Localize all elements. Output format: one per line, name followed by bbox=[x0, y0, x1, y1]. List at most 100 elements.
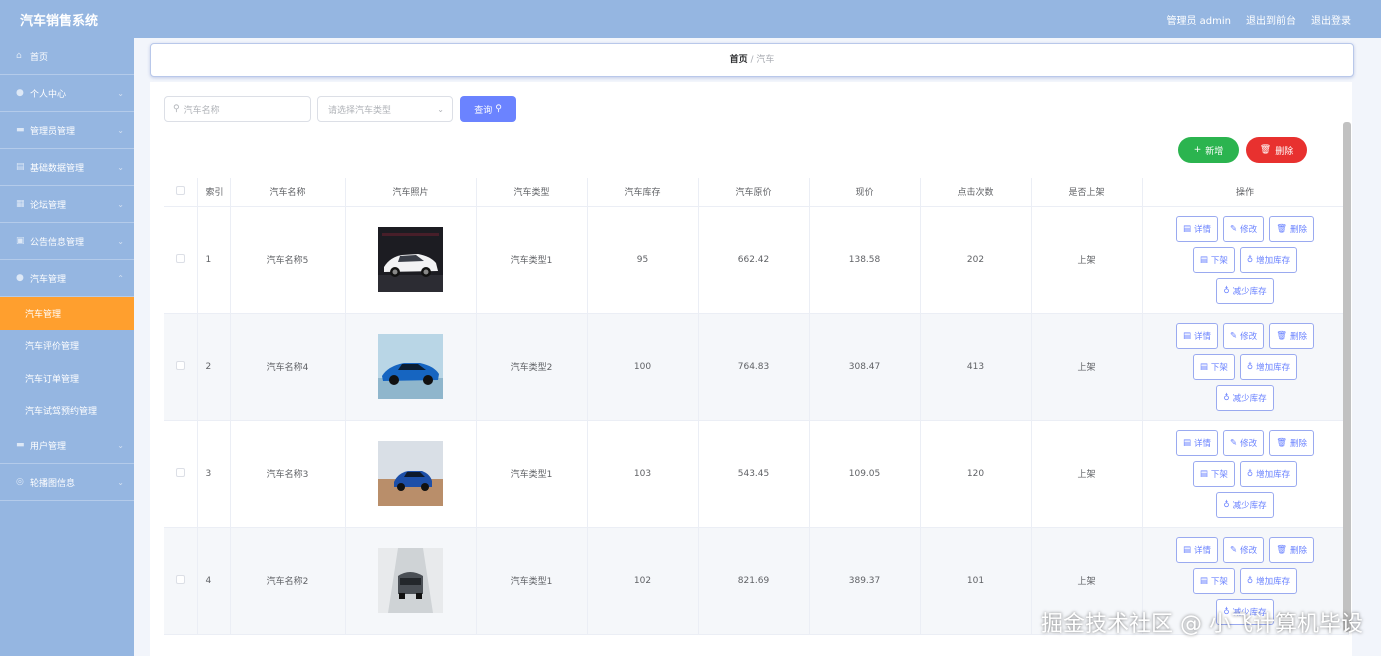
column-header: 现价 bbox=[809, 178, 921, 207]
chevron-down-icon: ⌄ bbox=[117, 199, 124, 209]
offshelf-button[interactable]: ▤ 下架 bbox=[1192, 460, 1235, 487]
cell-original-price: 821.69 bbox=[698, 527, 810, 635]
document-icon: ▤ bbox=[1199, 575, 1208, 586]
edit-label: 修改 bbox=[1240, 438, 1258, 449]
add-button[interactable]: + 新增 bbox=[1178, 137, 1239, 163]
car-photo-white-sedan[interactable] bbox=[378, 227, 443, 292]
breadcrumb-current: 汽车 bbox=[756, 55, 775, 65]
sidebar-item-admins[interactable]: ▬ 管理员管理 ⌄ bbox=[0, 112, 134, 149]
trash-icon: 🗑 bbox=[1276, 330, 1287, 341]
select-all-checkbox[interactable] bbox=[164, 178, 198, 207]
sidebar-subitem-test-drive[interactable]: 汽车试驾预约管理 bbox=[0, 395, 134, 428]
car-photo-blue-suv-desert[interactable] bbox=[378, 441, 443, 506]
edit-label: 修改 bbox=[1240, 545, 1258, 556]
cell-index: 1 bbox=[197, 206, 231, 314]
car-type-select[interactable]: 请选择汽车类型 ⌄ bbox=[317, 96, 453, 122]
edit-label: 修改 bbox=[1240, 224, 1258, 235]
logout-link[interactable]: 退出登录 bbox=[1311, 12, 1351, 27]
cell-actions: ▤ 详情 ✎ 修改 🗑 删除 ▤ 下架 ♁ 增加库存 ♁ 减少库存 bbox=[1142, 313, 1349, 421]
offshelf-button[interactable]: ▤ 下架 bbox=[1192, 246, 1235, 273]
detail-button[interactable]: ▤ 详情 bbox=[1176, 215, 1219, 242]
cell-type: 汽车类型1 bbox=[476, 206, 588, 314]
back-to-front-link[interactable]: 退出到前台 bbox=[1246, 12, 1296, 27]
offshelf-label: 下架 bbox=[1210, 469, 1228, 480]
bell-icon: ♁ bbox=[1223, 285, 1230, 296]
chevron-down-icon: ⌄ bbox=[117, 88, 124, 98]
app-title: 汽车销售系统 bbox=[20, 14, 99, 29]
chevron-down-icon: ⌄ bbox=[437, 104, 444, 114]
edit-button[interactable]: ✎ 修改 bbox=[1223, 429, 1265, 456]
cell-photo bbox=[345, 206, 477, 314]
edit-button[interactable]: ✎ 修改 bbox=[1223, 322, 1265, 349]
car-name-search-input[interactable]: ⚲ 汽车名称 bbox=[164, 96, 311, 122]
sidebar-item-cars[interactable]: ● 汽车管理 ⌃ bbox=[0, 260, 134, 297]
breadcrumb-separator: / bbox=[750, 55, 754, 65]
breadcrumb: 首页 / 汽车 bbox=[150, 43, 1354, 77]
row-checkbox[interactable] bbox=[164, 313, 198, 421]
car-photo-blue-sports-car[interactable] bbox=[378, 334, 443, 399]
sidebar-item-home[interactable]: ⌂ 首页 bbox=[0, 38, 134, 75]
delete-button[interactable]: 🗑 删除 bbox=[1269, 322, 1314, 349]
sidebar-item-label: 用户管理 bbox=[30, 441, 67, 452]
offshelf-label: 下架 bbox=[1210, 362, 1228, 373]
detail-button[interactable]: ▤ 详情 bbox=[1176, 429, 1219, 456]
sidebar-subitem-car-manage[interactable]: 汽车管理 bbox=[0, 297, 134, 330]
delete-button[interactable]: 🗑 删除 bbox=[1269, 429, 1314, 456]
detail-button[interactable]: ▤ 详情 bbox=[1176, 322, 1219, 349]
cell-original-price: 764.83 bbox=[698, 313, 810, 421]
cell-original-price: 543.45 bbox=[698, 420, 810, 528]
sidebar-item-profile[interactable]: ● 个人中心 ⌄ bbox=[0, 75, 134, 112]
sidebar-item-carousel[interactable]: ◎ 轮播图信息 ⌄ bbox=[0, 464, 134, 501]
add-stock-button[interactable]: ♁ 增加库存 bbox=[1239, 460, 1298, 487]
reduce-stock-button[interactable]: ♁ 减少库存 bbox=[1216, 491, 1274, 518]
cell-photo bbox=[345, 313, 477, 421]
sidebar-item-label: 公告信息管理 bbox=[30, 237, 85, 248]
watermark: 掘金技术社区 @ 小飞计算机毕设 bbox=[1041, 612, 1363, 637]
sidebar-item-users[interactable]: ▬ 用户管理 ⌄ bbox=[0, 427, 134, 464]
cell-index: 3 bbox=[197, 420, 231, 528]
column-header: 汽车类型 bbox=[476, 178, 588, 207]
add-stock-button[interactable]: ♁ 增加库存 bbox=[1239, 246, 1298, 273]
cell-clicks: 202 bbox=[920, 206, 1032, 314]
batch-delete-button[interactable]: 🗑 删除 bbox=[1246, 137, 1307, 163]
reduce-stock-button[interactable]: ♁ 减少库存 bbox=[1216, 277, 1274, 304]
cell-index: 4 bbox=[197, 527, 231, 635]
sidebar-subitem-car-order[interactable]: 汽车订单管理 bbox=[0, 362, 134, 395]
delete-button[interactable]: 🗑 删除 bbox=[1269, 536, 1314, 563]
sidebar-item-basic-data[interactable]: ▤ 基础数据管理 ⌄ bbox=[0, 149, 134, 186]
detail-button[interactable]: ▤ 详情 bbox=[1176, 536, 1219, 563]
reduce-stock-button[interactable]: ♁ 减少库存 bbox=[1216, 384, 1274, 411]
car-photo-gray-suv-studio[interactable] bbox=[378, 548, 443, 613]
add-stock-label: 增加库存 bbox=[1256, 255, 1291, 266]
main-panel: ⚲ 汽车名称 请选择汽车类型 ⌄ 查询 ⚲ + 新增 🗑 删除 索引 汽车名称 … bbox=[150, 82, 1352, 656]
add-stock-button[interactable]: ♁ 增加库存 bbox=[1239, 353, 1298, 380]
row-checkbox[interactable] bbox=[164, 420, 198, 528]
offshelf-button[interactable]: ▤ 下架 bbox=[1192, 567, 1235, 594]
cell-name: 汽车名称5 bbox=[230, 206, 346, 314]
cell-stock: 103 bbox=[587, 420, 699, 528]
vertical-scrollbar[interactable] bbox=[1343, 122, 1351, 632]
add-stock-button[interactable]: ♁ 增加库存 bbox=[1239, 567, 1298, 594]
delete-button[interactable]: 🗑 删除 bbox=[1269, 215, 1314, 242]
row-checkbox[interactable] bbox=[164, 527, 198, 635]
table-row: 1 汽车名称5 汽车类型1 95 662.42 138.58 202 上架 ▤ … bbox=[164, 206, 1349, 314]
trash-icon: 🗑 bbox=[1259, 145, 1272, 155]
edit-button[interactable]: ✎ 修改 bbox=[1223, 215, 1265, 242]
sidebar-item-forum[interactable]: ▦ 论坛管理 ⌄ bbox=[0, 186, 134, 223]
sidebar-subitem-car-review[interactable]: 汽车评价管理 bbox=[0, 330, 134, 363]
edit-button[interactable]: ✎ 修改 bbox=[1223, 536, 1265, 563]
document-icon: ▤ bbox=[1183, 544, 1192, 555]
sidebar-item-label: 基础数据管理 bbox=[30, 163, 85, 174]
offshelf-button[interactable]: ▤ 下架 bbox=[1192, 353, 1235, 380]
sidebar-item-notice[interactable]: ▣ 公告信息管理 ⌄ bbox=[0, 223, 134, 260]
detail-label: 详情 bbox=[1194, 224, 1212, 235]
cell-name: 汽车名称2 bbox=[230, 527, 346, 635]
breadcrumb-home[interactable]: 首页 bbox=[730, 55, 748, 65]
row-checkbox[interactable] bbox=[164, 206, 198, 314]
carousel-icon: ◎ bbox=[16, 477, 24, 487]
top-bar: 汽车销售系统 管理员 admin 退出到前台 退出登录 bbox=[0, 0, 1381, 38]
cell-stock: 95 bbox=[587, 206, 699, 314]
edit-icon: ✎ bbox=[1230, 544, 1238, 555]
search-button[interactable]: 查询 ⚲ bbox=[460, 96, 516, 122]
column-header: 索引 bbox=[197, 178, 231, 207]
